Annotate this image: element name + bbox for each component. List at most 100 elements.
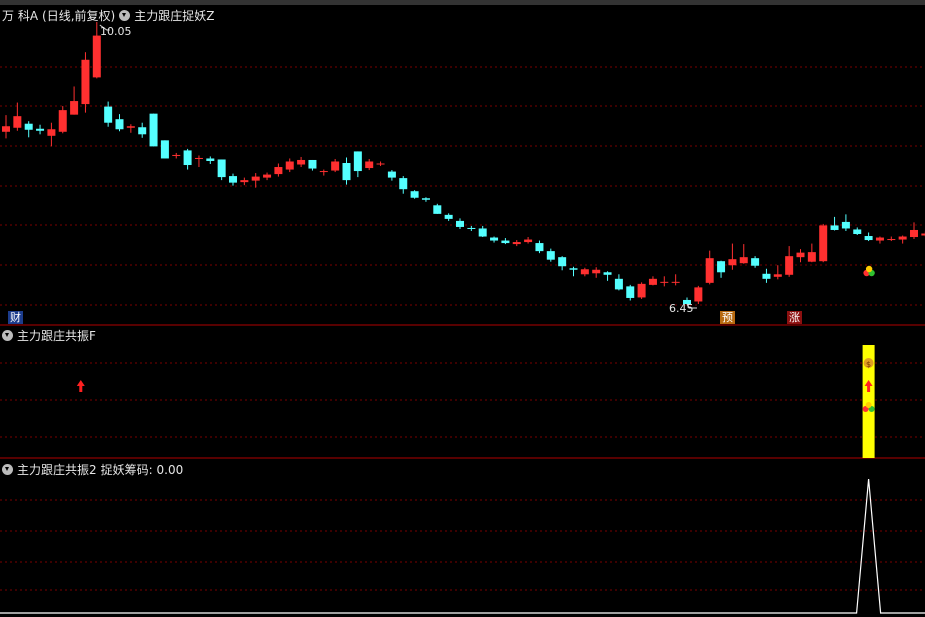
- candle-body: [24, 123, 33, 130]
- candle-body: [898, 236, 907, 240]
- candle-body: [785, 256, 794, 275]
- panel2-header: 主力跟庄共振F: [2, 327, 96, 344]
- candle-body: [524, 239, 533, 243]
- rise-tag[interactable]: 涨: [787, 311, 802, 324]
- indicator-dropdown-icon[interactable]: [2, 330, 13, 341]
- candle-body: [149, 113, 158, 147]
- candle-body: [580, 269, 589, 275]
- candle-body: [183, 150, 192, 166]
- candle-body: [70, 101, 79, 115]
- candle-body: [47, 129, 56, 136]
- candle-body: [614, 278, 623, 290]
- candle-body: [433, 205, 442, 214]
- money-bag-symbol: $: [866, 360, 871, 369]
- candle-body: [444, 214, 453, 219]
- candle-body: [478, 228, 487, 237]
- candle-body: [308, 159, 317, 169]
- candle-body: [297, 159, 306, 165]
- candle-body: [13, 116, 22, 128]
- candle-body: [104, 106, 113, 123]
- candle-body: [717, 261, 726, 273]
- candle-body: [739, 257, 748, 264]
- candle-body: [773, 274, 782, 277]
- candle-body: [353, 151, 362, 172]
- high-price-label: 10.05: [100, 25, 132, 38]
- candle-body: [535, 243, 544, 252]
- candle-body: [331, 161, 340, 171]
- candle-body: [160, 140, 169, 159]
- candle-body: [819, 225, 828, 262]
- candle-body: [864, 236, 873, 241]
- candle-body: [603, 272, 612, 275]
- candle-body: [694, 287, 703, 302]
- candle-body: [115, 119, 124, 130]
- indicator-dropdown-icon[interactable]: [119, 10, 131, 21]
- candle-body: [421, 198, 430, 200]
- panel3-indicator-name[interactable]: 主力跟庄共振2: [17, 461, 97, 478]
- chip-value-line: [0, 478, 925, 614]
- candlestick-chart-canvas: $: [0, 22, 925, 614]
- candle-body: [569, 268, 578, 270]
- candle-body: [36, 128, 45, 131]
- candle-body: [365, 161, 374, 169]
- resonance-ball-icon: [865, 265, 873, 273]
- candle-body: [240, 180, 249, 183]
- up-arrow-icon: [76, 380, 85, 392]
- candle-body: [671, 281, 680, 283]
- candle-body: [875, 237, 884, 241]
- candle-body: [751, 258, 760, 266]
- candle-body: [910, 229, 918, 238]
- candle-body: [92, 35, 101, 78]
- candle-body: [728, 259, 737, 266]
- period-label: (日线,前复权): [42, 9, 116, 23]
- candle-body: [172, 154, 181, 156]
- main-indicator-name[interactable]: 主力跟庄捉妖Z: [134, 7, 214, 24]
- candle-body: [626, 286, 635, 298]
- resonance-ball-icon: [865, 402, 872, 408]
- candle-body: [592, 269, 601, 274]
- candle-body: [285, 161, 294, 170]
- candle-body: [830, 225, 839, 230]
- candle-body: [512, 242, 521, 245]
- panel3-metric-value: 捉妖筹码: 0.00: [100, 463, 184, 477]
- candle-body: [637, 283, 646, 298]
- candle-body: [501, 240, 510, 244]
- candle-body: [410, 191, 419, 198]
- candle-body: [467, 227, 476, 229]
- candle-body: [921, 233, 925, 236]
- candle-body: [58, 110, 67, 132]
- candle-body: [194, 157, 203, 159]
- forecast-tag[interactable]: 预: [720, 311, 735, 324]
- candle-body: [376, 163, 385, 165]
- low-price-label: 6.45: [669, 302, 694, 315]
- candle-body: [274, 167, 283, 175]
- panel3-header: 主力跟庄共振2 捉妖筹码: 0.00: [2, 461, 183, 478]
- candle-body: [853, 229, 862, 235]
- candle-body: [762, 273, 771, 279]
- candle-body: [456, 220, 464, 227]
- candle-body: [81, 59, 90, 105]
- candle-body: [126, 126, 135, 128]
- main-panel-header: 万 科A (日线,前复权) 主力跟庄捉妖Z: [2, 7, 214, 24]
- candle-body: [648, 278, 657, 285]
- candle-body: [206, 158, 215, 161]
- candle-body: [546, 251, 555, 260]
- candle-body: [263, 174, 272, 178]
- candle-body: [2, 126, 10, 132]
- indicator-dropdown-icon[interactable]: [2, 464, 13, 475]
- finance-tag[interactable]: 财: [8, 311, 23, 324]
- candle-body: [887, 239, 896, 241]
- candle-body: [807, 252, 816, 262]
- stock-name: 万 科A: [2, 9, 39, 23]
- candle-body: [796, 252, 805, 258]
- candle-body: [229, 176, 237, 183]
- candle-body: [660, 281, 669, 283]
- candle-body: [841, 221, 850, 229]
- candle-body: [705, 258, 714, 283]
- candle-body: [387, 171, 396, 178]
- candle-body: [558, 257, 567, 267]
- candle-body: [342, 163, 351, 181]
- panel2-indicator-name[interactable]: 主力跟庄共振F: [17, 327, 96, 344]
- candle-body: [490, 237, 499, 241]
- candle-body: [138, 127, 147, 135]
